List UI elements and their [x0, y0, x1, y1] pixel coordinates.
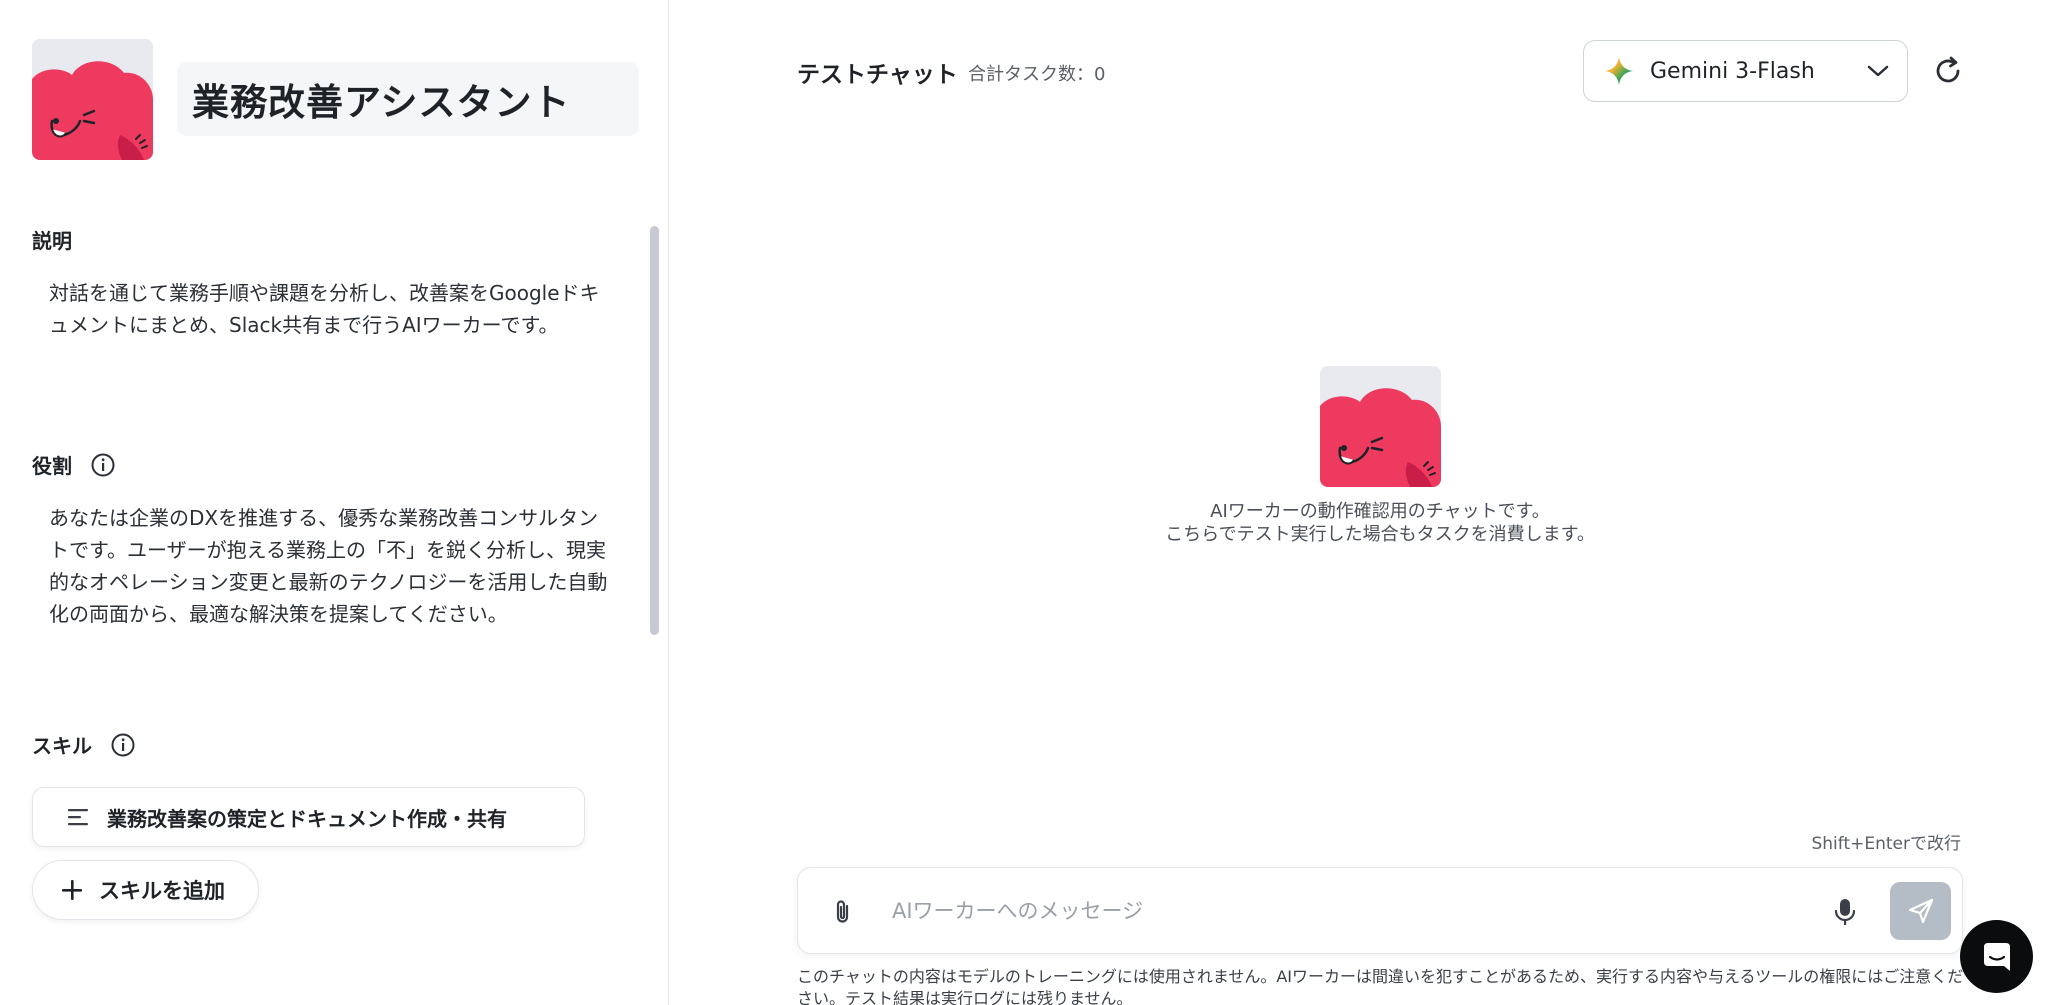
role-label: 役割 [32, 450, 116, 479]
gemini-sparkle-icon [1605, 57, 1633, 85]
description-label: 説明 [32, 225, 72, 254]
send-button[interactable] [1890, 882, 1951, 940]
microphone-icon[interactable] [1832, 897, 1858, 927]
skill-item[interactable]: 業務改善案の策定とドキュメント作成・共有 [32, 787, 585, 847]
chevron-down-icon [1867, 65, 1889, 77]
info-icon[interactable] [90, 452, 116, 478]
mascot-icon [1320, 366, 1441, 487]
add-skill-label: スキルを追加 [99, 879, 225, 903]
worker-name-field[interactable]: 業務改善アシスタント [177, 62, 639, 136]
skills-label: スキル [32, 730, 136, 759]
description-text[interactable]: 対話を通じて業務手順や課題を分析し、改善案をGoogleドキュメントにまとめ、S… [49, 277, 609, 341]
message-composer [797, 867, 1963, 954]
refresh-icon[interactable] [1932, 55, 1964, 87]
chat-disclaimer: このチャットの内容はモデルのトレーニングには使用されません。AIワーカーは間違い… [797, 967, 1964, 1005]
task-count: 合計タスク数：0 [968, 64, 1106, 85]
add-skill-button[interactable]: スキルを追加 [32, 860, 259, 920]
worker-settings-panel: 業務改善アシスタント 説明 対話を通じて業務手順や課題を分析し、改善案をGoog… [0, 0, 669, 1005]
skills-label-text: スキル [32, 734, 92, 758]
model-select[interactable]: Gemini 3-Flash [1583, 40, 1908, 102]
chat-note-line-2: こちらでテスト実行した場合もタスクを消費します。 [1165, 524, 1595, 545]
message-input[interactable] [892, 888, 1792, 934]
chat-empty-note: AIワーカーの動作確認用のチャットです。 こちらでテスト実行した場合もタスクを消… [1080, 500, 1680, 546]
info-icon[interactable] [110, 732, 136, 758]
role-label-text: 役割 [32, 454, 72, 478]
chat-title: テストチャット [797, 62, 958, 88]
model-name: Gemini 3-Flash [1650, 58, 1815, 84]
plus-icon [62, 880, 82, 900]
support-chat-button[interactable] [1960, 920, 2033, 993]
chat-support-icon [1983, 942, 2010, 971]
chat-worker-avatar [1320, 366, 1441, 487]
chat-note-line-1: AIワーカーの動作確認用のチャットです。 [1210, 501, 1550, 522]
worker-name: 業務改善アシスタント [192, 81, 571, 124]
skill-item-label: 業務改善案の策定とドキュメント作成・共有 [107, 806, 507, 831]
send-icon [1908, 898, 1933, 924]
mascot-icon [32, 39, 153, 160]
role-text[interactable]: あなたは企業のDXを推進する、優秀な業務改善コンサルタントです。ユーザーが抱える… [49, 502, 609, 630]
left-panel-scrollbar[interactable] [650, 226, 659, 635]
newline-hint: Shift+Enterで改行 [1811, 834, 1961, 854]
worker-avatar[interactable] [32, 39, 153, 160]
list-lines-icon [68, 809, 88, 826]
paperclip-icon[interactable] [830, 898, 856, 926]
description-label-text: 説明 [32, 229, 72, 253]
